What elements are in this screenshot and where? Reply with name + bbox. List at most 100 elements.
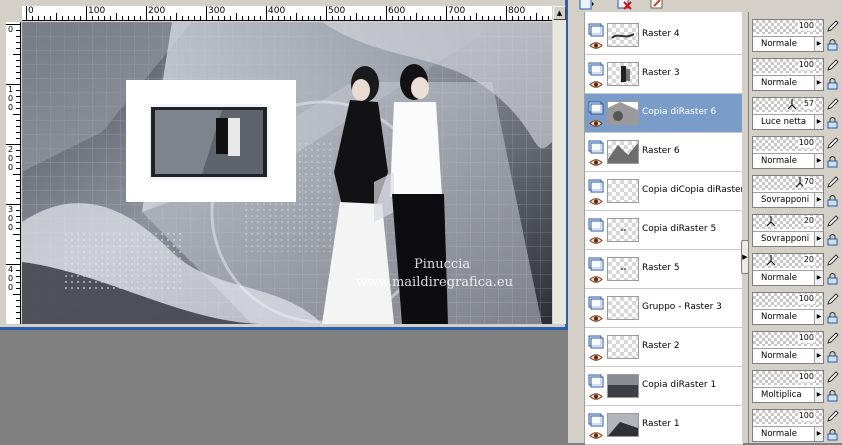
dropdown-arrow-icon[interactable]: ▶ [814, 310, 823, 324]
eye-icon[interactable] [589, 431, 603, 440]
lock-icon[interactable] [826, 311, 840, 324]
blend-mode-select[interactable]: Normale ▶ [753, 348, 823, 363]
eye-icon[interactable] [589, 275, 603, 284]
blend-mode-select[interactable]: Luce netta ▶ [753, 114, 823, 129]
link-icon[interactable] [648, 0, 666, 11]
opacity-slider[interactable]: 57 [753, 98, 823, 112]
eye-icon[interactable] [589, 392, 603, 401]
opacity-value: 100 [797, 333, 815, 343]
opacity-slider[interactable]: 70 [753, 176, 823, 190]
blend-mode-select[interactable]: Normale ▶ [753, 270, 823, 285]
dropdown-arrow-icon[interactable]: ▶ [814, 193, 823, 207]
pencil-icon[interactable] [826, 19, 840, 33]
pencil-icon[interactable] [826, 175, 840, 189]
eye-icon[interactable] [589, 314, 603, 323]
eye-icon[interactable] [589, 353, 603, 362]
opacity-slider[interactable]: 100 [753, 20, 823, 34]
pencil-icon[interactable] [826, 331, 840, 345]
opacity-slider[interactable]: 20 [753, 254, 823, 268]
layer-row[interactable]: Raster 1 [585, 406, 743, 445]
layer-list-scrollbar[interactable] [742, 12, 746, 443]
eye-icon[interactable] [589, 119, 603, 128]
pencil-icon[interactable] [826, 136, 840, 150]
ruler-minor-tick [16, 60, 20, 61]
lock-icon[interactable] [826, 350, 840, 363]
lock-icon[interactable] [826, 116, 840, 129]
pencil-icon[interactable] [826, 292, 840, 306]
delete-layer-icon[interactable] [616, 0, 634, 11]
layer-row[interactable]: Raster 2 [585, 328, 743, 367]
opacity-slider[interactable]: 100 [753, 371, 823, 385]
dropdown-arrow-icon[interactable]: ▶ [814, 427, 823, 441]
lock-icon[interactable] [826, 194, 840, 207]
pencil-icon[interactable] [826, 97, 840, 111]
layer-row[interactable]: Gruppo - Raster 3 [585, 289, 743, 328]
image-window: 0 100 200 300 400 500 600 700 800 0100200300400 … [0, 0, 568, 330]
panel-splitter-handle[interactable]: ▶ [741, 240, 749, 274]
pencil-icon[interactable] [826, 214, 840, 228]
lock-icon[interactable] [826, 233, 840, 246]
dropdown-arrow-icon[interactable]: ▶ [814, 388, 823, 402]
opacity-slider[interactable]: 100 [753, 410, 823, 424]
pencil-icon[interactable] [826, 58, 840, 72]
lock-icon[interactable] [826, 155, 840, 168]
ruler-minor-tick [380, 16, 381, 20]
blend-mode-select[interactable]: Sovrapponi ▶ [753, 192, 823, 207]
vertical-scrollbar[interactable] [553, 20, 566, 324]
blend-mode-select[interactable]: Normale ▶ [753, 426, 823, 441]
blend-mode-select[interactable]: Normale ▶ [753, 75, 823, 90]
layer-thumbnail [607, 413, 639, 437]
layer-row[interactable]: Copia diRaster 6 [585, 94, 743, 133]
image-canvas[interactable]: Pinuccia www.maildiregrafica.eu [22, 22, 552, 324]
lock-icon[interactable] [826, 77, 840, 90]
lock-icon[interactable] [826, 428, 840, 441]
layer-row[interactable]: Copia diCopia diRaster [585, 172, 743, 211]
opacity-slider[interactable]: 100 [753, 59, 823, 73]
eye-icon[interactable] [589, 80, 603, 89]
opacity-value: 100 [797, 21, 815, 31]
dropdown-arrow-icon[interactable]: ▶ [814, 232, 823, 246]
opacity-slider[interactable]: 100 [753, 293, 823, 307]
dropdown-arrow-icon[interactable]: ▶ [814, 271, 823, 285]
dropdown-arrow-icon[interactable]: ▶ [814, 76, 823, 90]
blend-mode-select[interactable]: Sovrapponi ▶ [753, 231, 823, 246]
layer-row[interactable]: Raster 3 [585, 55, 743, 94]
layers-palette: Raster 4 Raster 3 Copia diRaster 6 Raster 6… [568, 0, 842, 445]
lock-icon[interactable] [826, 38, 840, 51]
ruler-minor-tick [200, 16, 201, 20]
dropdown-arrow-icon[interactable]: ▶ [814, 115, 823, 129]
lock-icon[interactable] [826, 389, 840, 402]
dropdown-arrow-icon[interactable]: ▶ [814, 37, 823, 51]
opacity-slider[interactable]: 100 [753, 332, 823, 346]
blend-mode-select[interactable]: Normale ▶ [753, 309, 823, 324]
layer-row[interactable]: Copia diRaster 5 [585, 211, 743, 250]
layer-row[interactable]: Copia diRaster 1 [585, 367, 743, 406]
pencil-icon[interactable] [826, 409, 840, 423]
eye-icon[interactable] [589, 41, 603, 50]
blend-mode-label: Normale [761, 351, 797, 361]
ruler-minor-tick [368, 16, 369, 20]
blend-mode-select[interactable]: Normale ▶ [753, 153, 823, 168]
opacity-value: 100 [797, 60, 815, 70]
scroll-up-button[interactable]: ▲ [553, 6, 566, 20]
eye-icon[interactable] [589, 158, 603, 167]
ruler-minor-tick [518, 16, 519, 20]
blend-mode-select[interactable]: Normale ▶ [753, 36, 823, 51]
opacity-slider[interactable]: 20 [753, 215, 823, 229]
layer-row[interactable]: Raster 4 [585, 16, 743, 55]
dropdown-arrow-icon[interactable]: ▶ [814, 154, 823, 168]
eye-icon[interactable] [589, 197, 603, 206]
opacity-slider[interactable]: 100 [753, 137, 823, 151]
opacity-marker-icon[interactable] [767, 255, 775, 265]
opacity-marker-icon[interactable] [788, 99, 796, 109]
dropdown-arrow-icon[interactable]: ▶ [814, 349, 823, 363]
new-layer-icon[interactable] [578, 0, 596, 11]
pencil-icon[interactable] [826, 253, 840, 267]
opacity-marker-icon[interactable] [767, 216, 775, 226]
layer-row[interactable]: Raster 6 [585, 133, 743, 172]
pencil-icon[interactable] [826, 370, 840, 384]
eye-icon[interactable] [589, 236, 603, 245]
blend-mode-select[interactable]: Moltiplica ▶ [753, 387, 823, 402]
layer-row[interactable]: Raster 5 [585, 250, 743, 289]
lock-icon[interactable] [826, 272, 840, 285]
